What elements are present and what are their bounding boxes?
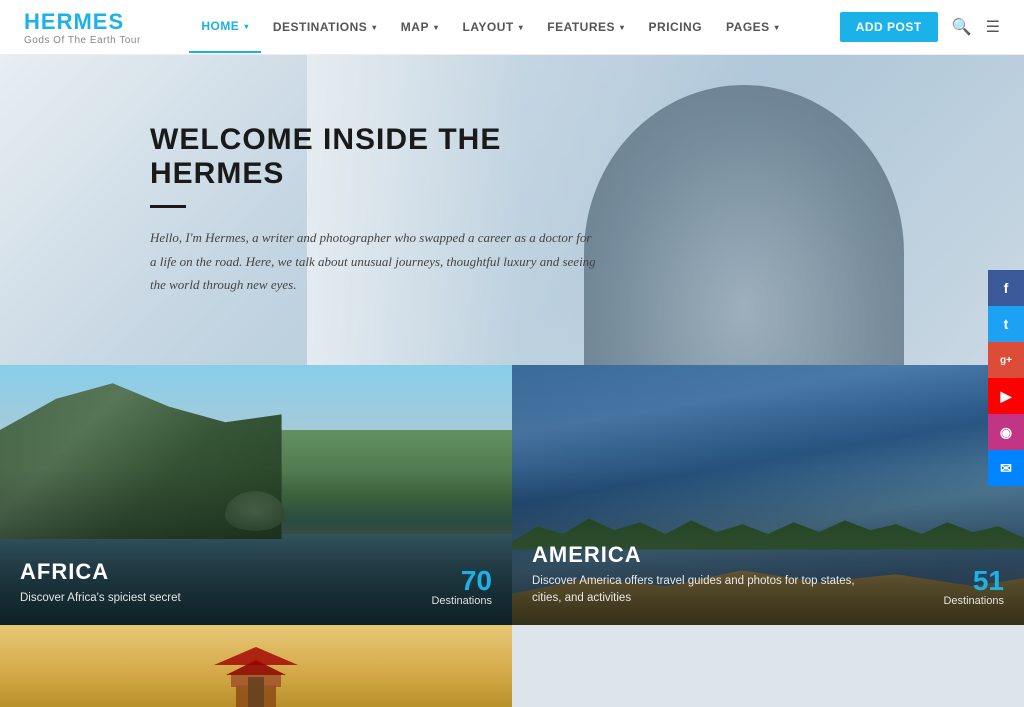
destination-cards-row-2 bbox=[0, 625, 1024, 707]
chevron-down-icon: ▾ bbox=[244, 22, 249, 31]
africa-number: 70 bbox=[431, 567, 492, 595]
hero-title: WELCOME INSIDE THE HERMES bbox=[150, 123, 600, 191]
main-nav: HOME▾ DESTINATIONS▾ MAP▾ LAYOUT▾ FEATURE… bbox=[189, 1, 791, 53]
logo-title: HERMES bbox=[24, 9, 141, 35]
pagoda-icon bbox=[176, 625, 336, 707]
nav-map[interactable]: MAP▾ bbox=[389, 2, 451, 52]
america-desc: Discover America offers travel guides an… bbox=[532, 573, 872, 608]
chevron-down-icon: ▾ bbox=[372, 23, 377, 32]
chevron-down-icon: ▾ bbox=[620, 23, 625, 32]
america-card-content: AMERICA Discover America offers travel g… bbox=[532, 542, 1004, 608]
america-card[interactable]: AMERICA Discover America offers travel g… bbox=[512, 365, 1024, 625]
logo-subtitle: Gods Of The Earth Tour bbox=[24, 35, 141, 46]
social-sidebar: f t g+ ▶ ◉ ✉ bbox=[988, 270, 1024, 486]
header-actions: ADD POST 🔍 ☰ bbox=[840, 12, 1000, 42]
hero-divider bbox=[150, 205, 186, 208]
nav-layout[interactable]: LAYOUT▾ bbox=[450, 2, 535, 52]
chevron-down-icon: ▾ bbox=[519, 23, 524, 32]
mail-button[interactable]: ✉ bbox=[988, 450, 1024, 486]
nav-pages[interactable]: PAGES▾ bbox=[714, 2, 791, 52]
hero-body: Hello, I'm Hermes, a writer and photogra… bbox=[150, 226, 600, 296]
africa-title: AFRICA bbox=[20, 559, 492, 585]
chevron-down-icon: ▾ bbox=[775, 23, 780, 32]
logo-rest: ERMES bbox=[41, 9, 124, 34]
america-number: 51 bbox=[943, 567, 1004, 595]
google-plus-button[interactable]: g+ bbox=[988, 342, 1024, 378]
header: HERMES Gods Of The Earth Tour HOME▾ DEST… bbox=[0, 0, 1024, 55]
nav-pricing[interactable]: PRICING bbox=[637, 2, 715, 52]
menu-icon[interactable]: ☰ bbox=[986, 17, 1000, 37]
logo: HERMES Gods Of The Earth Tour bbox=[24, 9, 141, 46]
instagram-button[interactable]: ◉ bbox=[988, 414, 1024, 450]
logo-h: H bbox=[24, 9, 41, 34]
nav-destinations[interactable]: DESTINATIONS▾ bbox=[261, 2, 389, 52]
search-icon[interactable]: 🔍 bbox=[952, 17, 972, 37]
asia-card[interactable] bbox=[0, 625, 512, 707]
america-title: AMERICA bbox=[532, 542, 1004, 568]
hero-content: WELCOME INSIDE THE HERMES Hello, I'm Her… bbox=[0, 73, 650, 346]
nav-home[interactable]: HOME▾ bbox=[189, 1, 261, 53]
destination-cards-row: AFRICA Discover Africa's spiciest secret… bbox=[0, 365, 1024, 625]
africa-card-content: AFRICA Discover Africa's spiciest secret bbox=[20, 559, 492, 607]
add-post-button[interactable]: ADD POST bbox=[840, 12, 938, 42]
placeholder-card bbox=[512, 625, 1024, 707]
facebook-button[interactable]: f bbox=[988, 270, 1024, 306]
africa-label: Destinations bbox=[431, 595, 492, 607]
america-count: 51 Destinations bbox=[943, 567, 1004, 607]
america-label: Destinations bbox=[943, 595, 1004, 607]
hero-section: WELCOME INSIDE THE HERMES Hello, I'm Her… bbox=[0, 55, 1024, 365]
africa-card[interactable]: AFRICA Discover Africa's spiciest secret… bbox=[0, 365, 512, 625]
africa-desc: Discover Africa's spiciest secret bbox=[20, 590, 360, 607]
nav-features[interactable]: FEATURES▾ bbox=[535, 2, 636, 52]
chevron-down-icon: ▾ bbox=[434, 23, 439, 32]
africa-count: 70 Destinations bbox=[431, 567, 492, 607]
twitter-button[interactable]: t bbox=[988, 306, 1024, 342]
youtube-button[interactable]: ▶ bbox=[988, 378, 1024, 414]
